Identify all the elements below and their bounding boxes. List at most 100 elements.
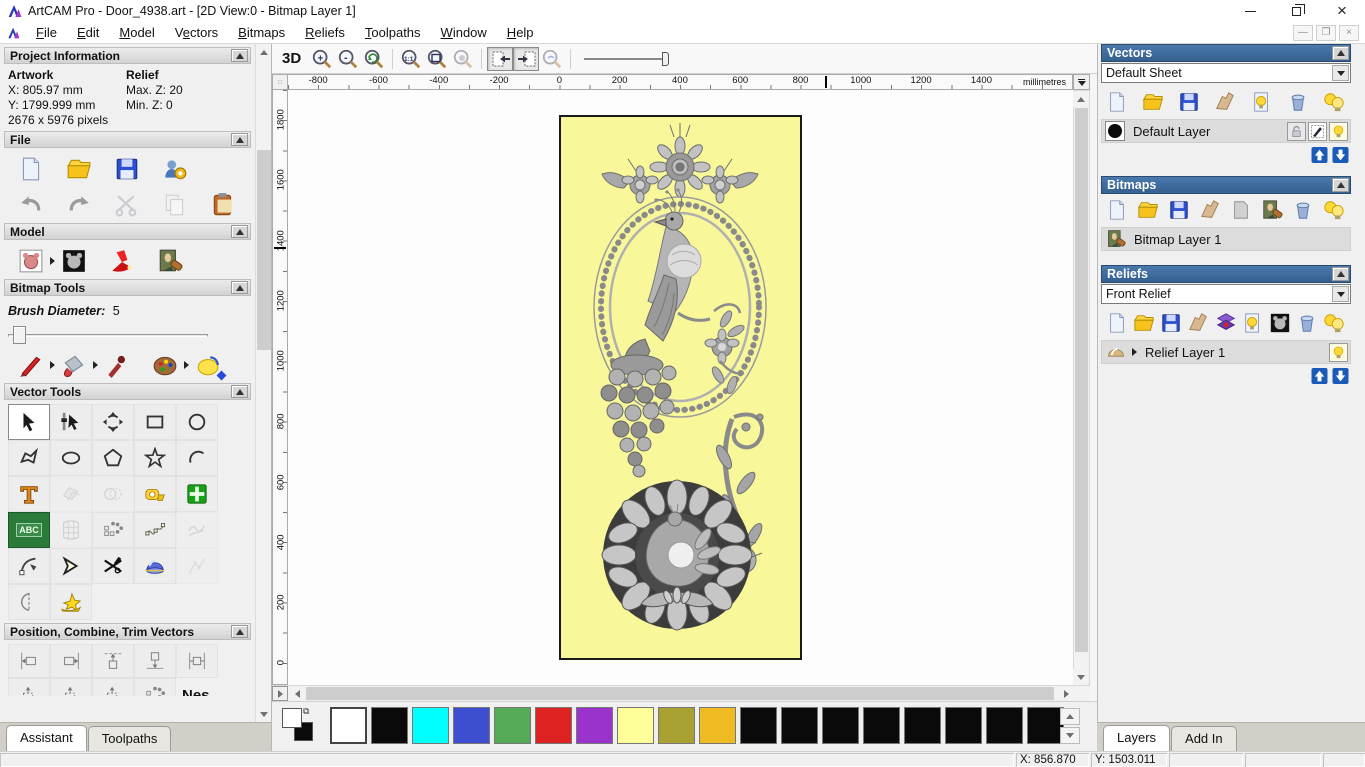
collapse-button[interactable] xyxy=(1332,46,1349,60)
cut-icon[interactable] xyxy=(110,190,144,220)
weld-vectors-tool[interactable] xyxy=(92,476,134,512)
palette-scroll-down-button[interactable] xyxy=(1060,727,1080,744)
move-layer-down-button[interactable] xyxy=(1332,147,1349,163)
colour-swatch[interactable] xyxy=(904,707,941,744)
open-relief-icon[interactable] xyxy=(1131,310,1157,336)
brush-diameter-slider[interactable] xyxy=(8,326,208,344)
menu-item[interactable]: Toolpaths xyxy=(355,23,431,42)
scroll-up-button[interactable] xyxy=(256,44,272,60)
bridge-nodes-tool[interactable] xyxy=(176,548,218,584)
relief-select[interactable]: Front Relief xyxy=(1101,284,1351,304)
zoom-box-icon[interactable] xyxy=(424,47,450,71)
colour-swatch[interactable] xyxy=(412,707,449,744)
flyout-arrow-icon[interactable] xyxy=(184,361,189,369)
lock-layer-icon[interactable] xyxy=(1287,121,1306,141)
link-colours-icon[interactable]: ⧉ xyxy=(303,706,309,717)
show-all-layers-icon[interactable] xyxy=(1321,310,1347,336)
merge-layers-icon[interactable] xyxy=(1197,197,1223,223)
create-text-tool[interactable] xyxy=(8,476,50,512)
layer-visibility-icon[interactable] xyxy=(1329,342,1348,362)
scroll-up-button[interactable] xyxy=(1073,91,1088,107)
vector-layer-row[interactable]: Default Layer xyxy=(1101,119,1351,143)
slider-thumb[interactable] xyxy=(13,326,26,344)
fit-page-right-icon[interactable] xyxy=(513,46,540,71)
nesting-tool[interactable]: Nes xyxy=(182,687,210,697)
colour-swatch[interactable] xyxy=(986,707,1023,744)
scrollbar-thumb[interactable] xyxy=(306,687,1054,700)
menu-item[interactable]: Reliefs xyxy=(295,23,355,42)
dropdown-arrow-icon[interactable] xyxy=(1332,286,1349,302)
model-wizard-icon[interactable] xyxy=(158,154,192,184)
save-vectors-icon[interactable] xyxy=(1176,89,1202,115)
colour-swatch[interactable] xyxy=(781,707,818,744)
scroll-corner-button[interactable] xyxy=(272,686,288,701)
mdi-close-button[interactable]: × xyxy=(1339,24,1359,41)
artwork-canvas[interactable] xyxy=(559,115,802,660)
tab-assistant[interactable]: Assistant xyxy=(6,725,87,751)
colour-swatch[interactable] xyxy=(535,707,572,744)
merge-layers-icon[interactable] xyxy=(1185,310,1211,336)
create-circle-tool[interactable] xyxy=(176,404,218,440)
collapse-button[interactable] xyxy=(231,49,248,62)
node-editing-tool[interactable] xyxy=(50,404,92,440)
layer-colour-icon[interactable] xyxy=(1105,121,1125,141)
align-centre-tool[interactable] xyxy=(176,644,218,678)
invert-model-icon[interactable] xyxy=(57,246,91,276)
show-all-layers-icon[interactable] xyxy=(1321,89,1347,115)
light-material-icon[interactable] xyxy=(105,246,139,276)
close-button[interactable]: × xyxy=(1319,0,1365,22)
open-vectors-icon[interactable] xyxy=(1140,89,1166,115)
delete-layer-icon[interactable] xyxy=(1294,310,1320,336)
zoom-previous-icon[interactable] xyxy=(361,47,387,71)
canvas-horizontal-scrollbar[interactable] xyxy=(272,685,1090,701)
toggle-visibility-icon[interactable] xyxy=(1240,310,1266,336)
canvas-vertical-scrollbar[interactable] xyxy=(1073,90,1090,685)
menu-item[interactable]: Help xyxy=(497,23,544,42)
expand-layer-icon[interactable] xyxy=(1132,348,1137,356)
colour-swatch[interactable] xyxy=(494,707,531,744)
zoom-slider[interactable] xyxy=(584,51,676,67)
align-centre-vertical-tool[interactable] xyxy=(50,678,92,696)
ruler-units-button[interactable] xyxy=(1073,74,1090,90)
align-right-tool[interactable] xyxy=(50,644,92,678)
flyout-arrow-icon[interactable] xyxy=(50,361,55,369)
fillet-curve-tool[interactable] xyxy=(8,548,50,584)
scroll-right-button[interactable] xyxy=(1058,686,1074,701)
menu-item[interactable]: Model xyxy=(109,23,164,42)
scrollbar-thumb[interactable] xyxy=(257,150,271,350)
align-left-tool[interactable] xyxy=(8,644,50,678)
transform-vectors-tool[interactable] xyxy=(92,404,134,440)
minimize-button[interactable] xyxy=(1227,0,1273,22)
flood-fill-icon[interactable] xyxy=(57,350,91,380)
scrollbar-thumb[interactable] xyxy=(1075,108,1088,652)
adjust-model-icon[interactable] xyxy=(14,246,48,276)
trim-vectors-tool[interactable] xyxy=(92,548,134,584)
delete-layer-icon[interactable] xyxy=(1290,197,1316,223)
zoom-1to1-icon[interactable]: 1:1 xyxy=(398,47,424,71)
tab-toolpaths[interactable]: Toolpaths xyxy=(87,726,172,751)
centre-in-page-tool[interactable] xyxy=(8,678,50,696)
select-vectors-tool[interactable] xyxy=(8,404,50,440)
envelope-distort-tool[interactable] xyxy=(50,512,92,548)
colour-swatch[interactable] xyxy=(330,707,367,744)
show-all-layers-icon[interactable] xyxy=(1321,197,1347,223)
abc-matrix-tool[interactable]: ABC xyxy=(8,512,50,548)
freehand-smooth-tool[interactable] xyxy=(176,512,218,548)
scroll-down-button[interactable] xyxy=(1073,669,1088,685)
menu-item[interactable]: Vectors xyxy=(165,23,228,42)
open-file-icon[interactable] xyxy=(62,154,96,184)
mirror-merge-tool[interactable] xyxy=(8,584,50,620)
sheet-select[interactable]: Default Sheet xyxy=(1101,63,1351,83)
block-nest-tool[interactable] xyxy=(134,678,176,696)
tab-addin[interactable]: Add In xyxy=(1171,726,1237,751)
create-ellipse-tool[interactable] xyxy=(50,440,92,476)
save-model-icon[interactable] xyxy=(110,154,144,184)
move-layer-down-button[interactable] xyxy=(1332,368,1349,384)
move-layer-up-button[interactable] xyxy=(1311,368,1328,384)
colour-swatch[interactable] xyxy=(863,707,900,744)
drawing-area[interactable] xyxy=(288,90,1073,685)
new-model-icon[interactable] xyxy=(14,154,48,184)
redo-icon[interactable] xyxy=(62,190,96,220)
calculate-relief-icon[interactable] xyxy=(1267,310,1293,336)
colour-swatch[interactable] xyxy=(576,707,613,744)
